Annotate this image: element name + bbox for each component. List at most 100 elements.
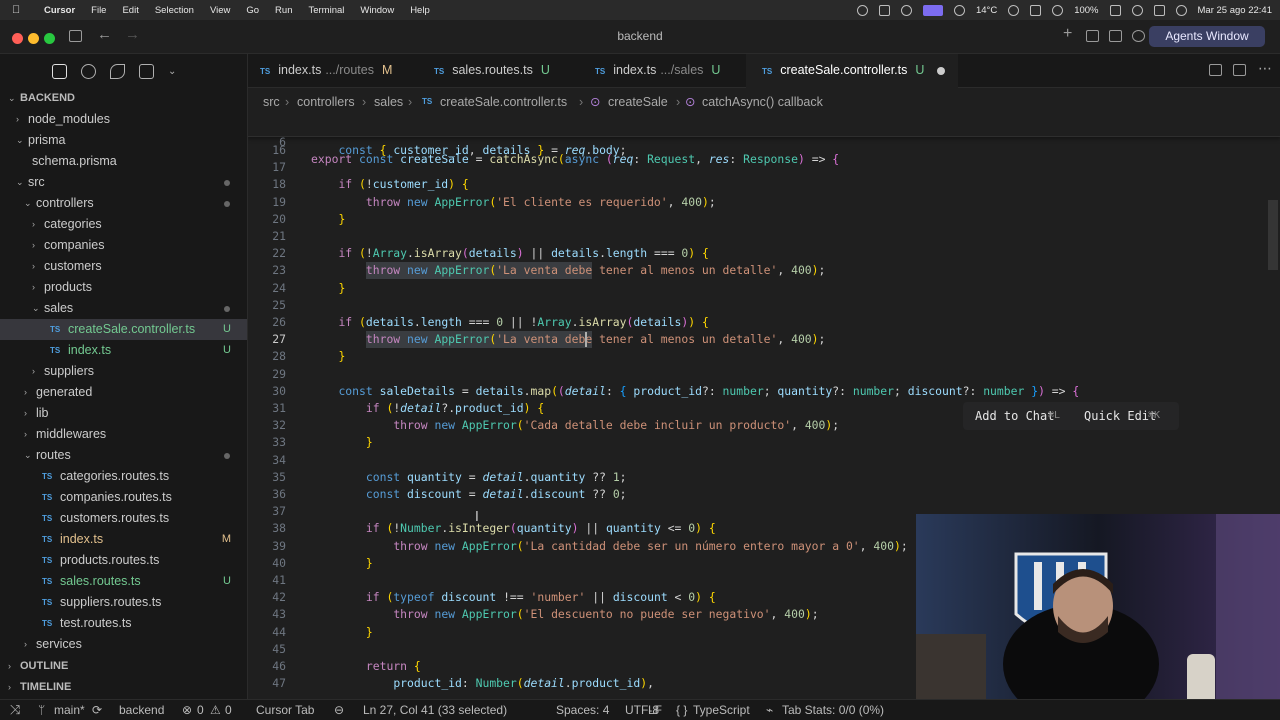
screen-record-icon[interactable]	[878, 4, 890, 16]
chevron-right-icon[interactable]: ›	[32, 256, 35, 277]
folder-customers[interactable]: › customers	[0, 256, 247, 277]
tab-sales-routes[interactable]: TS sales.routes.ts U	[412, 54, 580, 88]
file-schema-prisma[interactable]: schema.prisma	[0, 151, 247, 172]
chevron-right-icon[interactable]: ›	[24, 424, 27, 445]
tab-stats[interactable]: Tab Stats: 0/0 (0%)	[782, 700, 884, 720]
code-line[interactable]: 29	[248, 366, 1280, 383]
chevron-right-icon[interactable]: ›	[24, 403, 27, 424]
siri-icon[interactable]	[1175, 4, 1187, 16]
chevron-down-icon[interactable]: ⌄	[24, 193, 32, 214]
folder-generated[interactable]: › generated	[0, 382, 247, 403]
language-mode[interactable]: TypeScript	[693, 700, 750, 720]
new-chat-icon[interactable]: +	[1063, 25, 1072, 43]
error-icon[interactable]: ⊗	[182, 700, 192, 720]
folder-src[interactable]: ⌄ src	[0, 172, 247, 193]
file-categories-routes-ts[interactable]: TS categories.routes.ts	[0, 466, 247, 487]
code-line[interactable]: 27 throw new AppError('La venta debe ten…	[248, 331, 1280, 349]
apple-icon[interactable]: 	[12, 4, 30, 16]
spotlight-search-icon[interactable]	[1131, 4, 1143, 16]
git-branch-icon[interactable]: ᛘ	[38, 700, 45, 720]
code-line[interactable]: 34	[248, 452, 1280, 469]
chevron-down-icon[interactable]: ⌄	[16, 130, 24, 151]
folder-lib[interactable]: › lib	[0, 403, 247, 424]
screen-share-icon[interactable]	[922, 4, 943, 16]
chevron-right-icon[interactable]: ›	[32, 214, 35, 235]
extensions-icon[interactable]	[139, 63, 154, 79]
menu-terminal[interactable]: Terminal	[308, 5, 344, 16]
more-actions-icon[interactable]: ⋯	[1258, 60, 1272, 77]
menubar-datetime[interactable]: Mar 25 ago 22:41	[1198, 5, 1272, 16]
folder-controllers[interactable]: ⌄ controllers	[0, 193, 247, 214]
wifi-icon[interactable]	[1052, 4, 1064, 16]
shield-icon[interactable]	[856, 4, 868, 16]
folder-companies[interactable]: › companies	[0, 235, 247, 256]
chevron-down-icon[interactable]: ⌄	[24, 445, 32, 466]
chevron-right-icon[interactable]: ›	[16, 109, 19, 130]
source-control-icon[interactable]	[110, 63, 125, 79]
cursor-tab-status[interactable]: Cursor Tab	[256, 700, 314, 720]
warning-count[interactable]: 0	[225, 700, 232, 720]
menu-view[interactable]: View	[210, 5, 230, 16]
chevron-right-icon[interactable]: ›	[24, 634, 27, 655]
file-companies-routes-ts[interactable]: TS companies.routes.ts	[0, 487, 247, 508]
battery-percent[interactable]: 100%	[1074, 5, 1098, 16]
code-line[interactable]: 26 if (details.length === 0 || !Array.is…	[248, 314, 1280, 331]
code-line[interactable]: 18 if (!customer_id) {	[248, 176, 1280, 193]
outline-section-header[interactable]: › OUTLINE	[0, 656, 247, 677]
unsaved-dot-icon[interactable]	[937, 67, 945, 75]
chevron-right-icon[interactable]: ›	[32, 361, 35, 382]
sync-icon[interactable]	[1030, 4, 1042, 16]
menu-selection[interactable]: Selection	[155, 5, 194, 16]
tab-index-routes[interactable]: TS index.ts .../routes M	[248, 54, 412, 88]
code-line[interactable]: 19 throw new AppError('El cliente es req…	[248, 194, 1280, 211]
breadcrumb-sales[interactable]: sales	[374, 88, 403, 116]
code-line[interactable]: 25	[248, 297, 1280, 314]
chevron-down-icon[interactable]: ⌄	[8, 88, 16, 109]
warning-icon[interactable]: ⚠	[210, 700, 221, 720]
code-line[interactable]: 20 }	[248, 211, 1280, 228]
file-index-ts[interactable]: TS index.ts M	[0, 529, 247, 550]
breadcrumb-file[interactable]: createSale.controller.ts	[440, 88, 567, 116]
compare-changes-icon[interactable]	[1209, 64, 1222, 76]
cursor-position[interactable]: Ln 27, Col 41 (33 selected)	[363, 700, 507, 720]
indentation[interactable]: Spaces: 4	[556, 700, 609, 720]
editor-scrollbar[interactable]	[1268, 200, 1278, 270]
breadcrumb-src[interactable]: src	[263, 88, 280, 116]
code-line[interactable]: 30 const saleDetails = details.map((deta…	[248, 383, 1280, 400]
end-of-line[interactable]: LF	[648, 700, 662, 720]
settings-gear-icon[interactable]	[1132, 30, 1145, 42]
code-line[interactable]: 28 }	[248, 348, 1280, 365]
control-center-icon[interactable]	[1153, 4, 1165, 16]
split-editor-icon[interactable]	[1233, 64, 1246, 76]
add-to-chat-button[interactable]: Add to Chat	[975, 402, 1054, 430]
folder-categories[interactable]: › categories	[0, 214, 247, 235]
sync-icon[interactable]: ⟳	[92, 700, 102, 720]
chevron-right-icon[interactable]: ›	[32, 235, 35, 256]
file-sales-routes-ts[interactable]: TS sales.routes.ts U	[0, 571, 247, 592]
menu-file[interactable]: File	[91, 5, 106, 16]
chevron-right-icon[interactable]: ›	[32, 277, 35, 298]
folder-node-modules[interactable]: › node_modules	[0, 109, 247, 130]
search-icon[interactable]	[81, 63, 96, 79]
chevron-down-icon[interactable]: ⌄	[16, 172, 24, 193]
file-createsale-controller-ts[interactable]: TS createSale.controller.ts U	[0, 319, 247, 340]
weather-temperature[interactable]: 14°C	[976, 5, 997, 16]
file-customers-routes-ts[interactable]: TS customers.routes.ts	[0, 508, 247, 529]
menu-window[interactable]: Window	[360, 5, 394, 16]
folder-prisma[interactable]: ⌄ prisma	[0, 130, 247, 151]
quick-edit-button[interactable]: Quick Edit	[1084, 402, 1156, 430]
explorer-root-backend[interactable]: ⌄ BACKEND	[0, 88, 247, 109]
breadcrumb-controllers[interactable]: controllers	[297, 88, 355, 116]
toggle-panel-icon[interactable]	[1086, 30, 1099, 42]
error-count[interactable]: 0	[197, 700, 204, 720]
menu-go[interactable]: Go	[246, 5, 259, 16]
folder-sales[interactable]: ⌄ sales	[0, 298, 247, 319]
folder-suppliers[interactable]: › suppliers	[0, 361, 247, 382]
tab-createsale-controller[interactable]: TS createSale.controller.ts U	[746, 54, 958, 88]
explorer-files-icon[interactable]	[52, 63, 67, 79]
timeline-section-header[interactable]: › TIMELINE	[0, 677, 247, 698]
menu-run[interactable]: Run	[275, 5, 292, 16]
battery-icon[interactable]	[1109, 4, 1121, 16]
menu-help[interactable]: Help	[410, 5, 430, 16]
file-suppliers-routes-ts[interactable]: TS suppliers.routes.ts	[0, 592, 247, 613]
